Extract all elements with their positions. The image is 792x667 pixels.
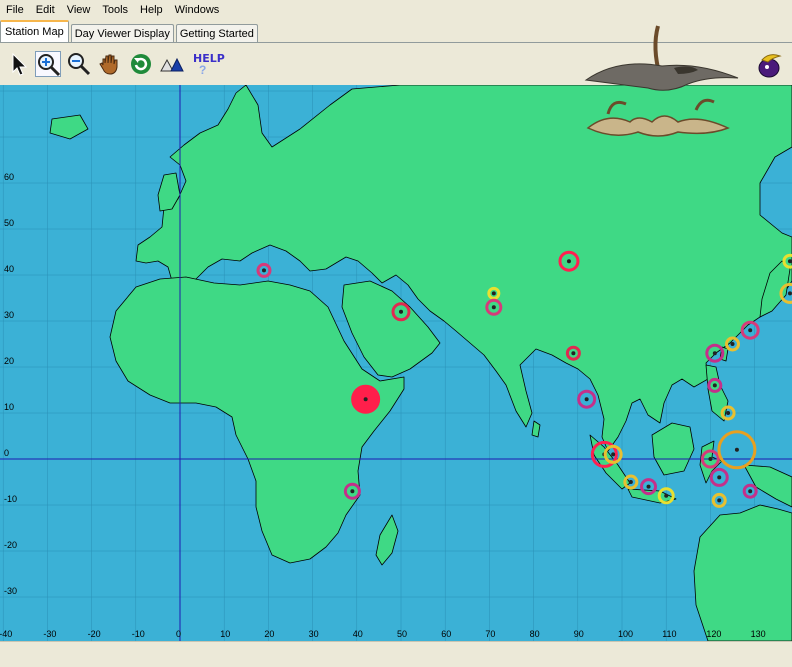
longitude-tick-label: 90 <box>574 629 584 639</box>
station-dot <box>350 489 355 494</box>
longitude-tick-label: 130 <box>751 629 766 639</box>
menu-bar: File Edit View Tools Help Windows <box>0 0 792 19</box>
station-marker[interactable] <box>487 286 501 300</box>
latitude-tick-label: -30 <box>4 586 17 596</box>
station-dot <box>717 475 722 480</box>
station-dot <box>748 328 753 333</box>
help-question-mark[interactable]: ? <box>199 63 206 77</box>
menu-view[interactable]: View <box>61 4 97 16</box>
triangles-icon[interactable] <box>159 51 185 77</box>
station-dot <box>708 457 713 461</box>
menu-windows[interactable]: Windows <box>169 4 226 16</box>
latitude-tick-label: 30 <box>4 310 14 320</box>
latitude-tick-label: 10 <box>4 402 14 412</box>
latitude-tick-label: 0 <box>4 448 9 458</box>
refresh-icon[interactable] <box>128 51 154 77</box>
longitude-tick-label: -40 <box>0 629 12 639</box>
status-bar <box>0 641 792 667</box>
longitude-tick-label: 120 <box>706 629 721 639</box>
menu-help[interactable]: Help <box>134 4 169 16</box>
station-dot <box>628 480 633 484</box>
latitude-tick-label: -10 <box>4 494 17 504</box>
latitude-tick-label: 40 <box>4 264 14 274</box>
tab-getting-started[interactable]: Getting Started <box>175 24 258 43</box>
logo-falcon <box>578 18 748 156</box>
tab-station-map[interactable]: Station Map <box>0 20 69 43</box>
pointer-icon[interactable] <box>6 51 32 77</box>
station-dot <box>787 259 792 264</box>
station-dot <box>491 305 496 310</box>
longitude-tick-label: -10 <box>132 629 145 639</box>
map-canvas[interactable]: 6050403020100-10-20-30 -40 -30 -20 -10 0 10 20… <box>0 84 792 644</box>
longitude-tick-label: 100 <box>618 629 633 639</box>
menu-edit[interactable]: Edit <box>30 4 61 16</box>
longitude-tick-label: 80 <box>530 629 540 639</box>
menu-tools[interactable]: Tools <box>96 4 134 16</box>
station-dot <box>734 447 739 452</box>
latitude-tick-label: 50 <box>4 218 14 228</box>
longitude-tick-label: 0 <box>176 629 181 639</box>
longitude-tick-label: -30 <box>43 629 56 639</box>
zoom-out-icon[interactable] <box>66 51 92 77</box>
menu-file[interactable]: File <box>0 4 30 16</box>
station-dot <box>491 291 496 296</box>
longitude-tick-label: 20 <box>264 629 274 639</box>
station-dot <box>664 493 669 498</box>
help-label[interactable]: HELP <box>193 52 225 65</box>
longitude-tick-label: 10 <box>220 629 230 639</box>
station-dot <box>726 411 731 415</box>
longitude-tick-label: 30 <box>309 629 319 639</box>
station-dot <box>363 397 368 402</box>
station-dot <box>646 484 651 489</box>
station-dot <box>748 489 753 494</box>
latitude-tick-label: -20 <box>4 540 17 550</box>
longitude-tick-label: 110 <box>662 629 676 639</box>
station-dot <box>584 397 589 402</box>
longitude-tick-label: 60 <box>441 629 451 639</box>
longitude-tick-label: 70 <box>485 629 495 639</box>
station-dot <box>787 291 792 296</box>
longitude-tick-label: 50 <box>397 629 407 639</box>
pan-hand-icon[interactable] <box>97 51 123 77</box>
plum-logo-icon <box>752 50 786 80</box>
tab-strip: Station Map Day Viewer Display Getting S… <box>0 20 260 43</box>
station-dot <box>717 498 722 503</box>
station-dot <box>261 268 266 273</box>
station-marker[interactable] <box>351 384 381 414</box>
station-map[interactable]: 60 50 40 30 20 10 0 -10 -20 -30 -40 -30 -20 -10 0 10 20… <box>0 84 792 644</box>
zoom-in-icon[interactable] <box>35 51 61 77</box>
tab-day-viewer-display[interactable]: Day Viewer Display <box>70 24 174 43</box>
longitude-tick-label: -20 <box>88 629 101 639</box>
station-dot <box>399 309 403 314</box>
station-dot <box>611 452 616 457</box>
latitude-tick-label: 60 <box>4 172 14 182</box>
latitude-tick-label: 20 <box>4 356 14 366</box>
station-dot <box>730 342 735 346</box>
station-dot <box>712 383 717 388</box>
station-dot <box>566 259 571 264</box>
longitude-tick-label: 40 <box>353 629 363 639</box>
station-dot <box>571 351 576 356</box>
station-dot <box>712 351 717 356</box>
